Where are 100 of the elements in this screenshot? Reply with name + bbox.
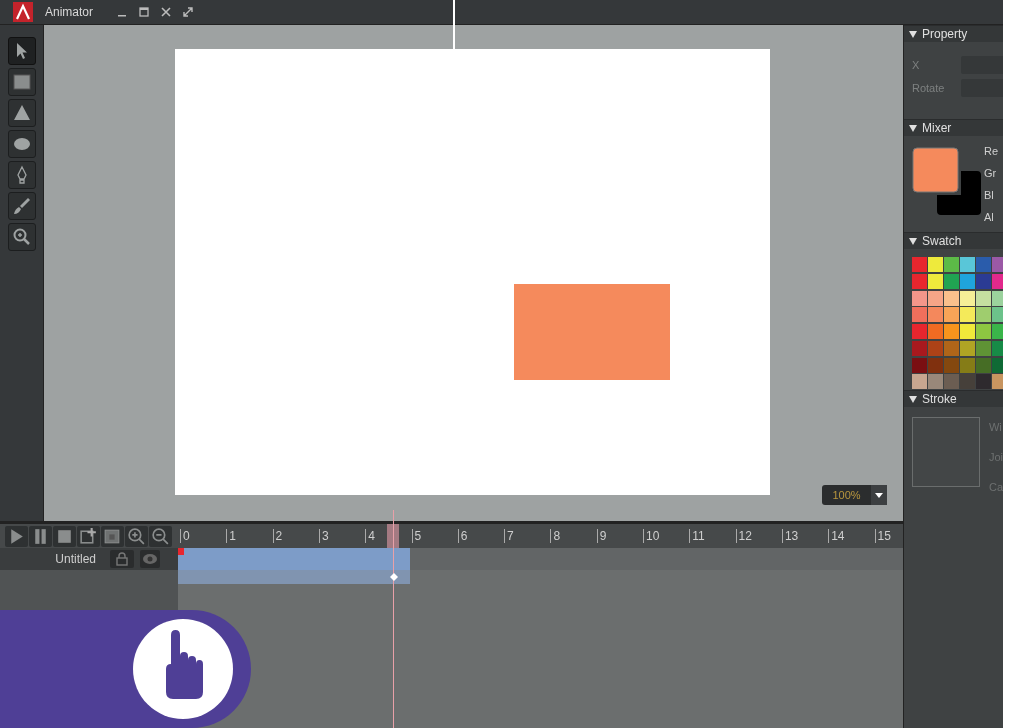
field-label: Gr bbox=[984, 166, 998, 181]
lock-icon[interactable] bbox=[110, 550, 134, 568]
collapse-arrow-icon[interactable] bbox=[909, 237, 917, 245]
frame-number: 0 bbox=[180, 529, 190, 543]
color-swatch[interactable] bbox=[960, 307, 975, 323]
layer-header[interactable]: Untitled bbox=[0, 548, 178, 570]
field-label: Bl bbox=[984, 188, 995, 203]
stroke-color-swatch[interactable] bbox=[937, 171, 981, 215]
pause-icon[interactable] bbox=[29, 525, 52, 547]
color-swatch[interactable] bbox=[992, 273, 1003, 289]
frame-number: 11 bbox=[689, 529, 705, 543]
color-swatch[interactable] bbox=[960, 374, 975, 390]
add-layer-icon[interactable] bbox=[77, 525, 100, 547]
field-label: Al bbox=[984, 210, 995, 225]
zoom-dropdown[interactable]: 100% bbox=[822, 485, 887, 505]
color-swatch[interactable] bbox=[992, 257, 1003, 272]
eye-icon[interactable] bbox=[140, 550, 160, 568]
frame-number: 1 bbox=[226, 529, 236, 543]
panel-title: Stroke bbox=[922, 391, 957, 408]
frame-number: 5 bbox=[411, 529, 422, 543]
frame-number: 9 bbox=[596, 529, 607, 543]
color-swatch[interactable] bbox=[992, 324, 1003, 339]
color-swatch[interactable] bbox=[992, 357, 1003, 373]
color-swatch[interactable] bbox=[912, 290, 927, 306]
color-swatch[interactable] bbox=[960, 290, 975, 306]
color-swatch[interactable] bbox=[944, 357, 959, 373]
color-swatch[interactable] bbox=[912, 307, 927, 323]
color-swatch[interactable] bbox=[960, 357, 975, 373]
panel-header[interactable]: Mixer bbox=[904, 119, 1003, 136]
color-swatch[interactable] bbox=[976, 374, 991, 390]
frame-number: 15 bbox=[874, 529, 891, 543]
color-swatch[interactable] bbox=[928, 307, 943, 323]
keyframe-icon[interactable] bbox=[390, 573, 398, 581]
frame-number: 3 bbox=[318, 529, 329, 543]
panel-title: Property bbox=[922, 26, 968, 43]
frame-number: 14 bbox=[828, 529, 845, 543]
panel-title: Swatch bbox=[922, 233, 962, 250]
color-swatch[interactable] bbox=[944, 374, 959, 390]
color-swatch[interactable] bbox=[992, 374, 1003, 390]
color-swatch[interactable] bbox=[944, 273, 959, 289]
collapse-arrow-icon[interactable] bbox=[909, 395, 917, 403]
zoom-in-icon[interactable] bbox=[125, 525, 148, 547]
color-swatch[interactable] bbox=[912, 357, 927, 373]
frame-number: 2 bbox=[272, 529, 283, 543]
play-icon[interactable] bbox=[5, 525, 28, 547]
color-swatch[interactable] bbox=[944, 340, 959, 356]
field-label: Rotate bbox=[911, 80, 946, 96]
color-swatch[interactable] bbox=[944, 290, 959, 306]
color-swatch[interactable] bbox=[976, 357, 991, 373]
panel-header[interactable]: Property bbox=[904, 25, 1003, 42]
frame-number: 13 bbox=[781, 529, 799, 543]
maximize-icon[interactable] bbox=[139, 7, 149, 17]
close-icon[interactable] bbox=[161, 7, 171, 17]
fullscreen-icon[interactable] bbox=[183, 7, 193, 17]
layer-name[interactable]: Untitled bbox=[0, 550, 110, 568]
layer-icon[interactable] bbox=[101, 525, 124, 547]
color-swatch[interactable] bbox=[960, 257, 975, 272]
color-swatch[interactable] bbox=[944, 324, 959, 339]
color-swatch[interactable] bbox=[960, 340, 975, 356]
color-swatch[interactable] bbox=[912, 374, 927, 390]
color-swatch[interactable] bbox=[912, 273, 927, 289]
color-swatch[interactable] bbox=[928, 357, 943, 373]
collapse-arrow-icon[interactable] bbox=[909, 124, 917, 132]
input-field[interactable] bbox=[961, 79, 1003, 97]
window-title: Animator bbox=[45, 4, 95, 21]
collapse-arrow-icon[interactable] bbox=[909, 30, 917, 38]
color-swatch[interactable] bbox=[928, 374, 943, 390]
color-swatch[interactable] bbox=[960, 273, 975, 289]
color-swatch[interactable] bbox=[976, 257, 991, 272]
zoom-out-icon[interactable] bbox=[149, 525, 172, 547]
fill-color-swatch[interactable] bbox=[912, 147, 959, 193]
color-swatch[interactable] bbox=[976, 307, 991, 323]
color-swatch[interactable] bbox=[992, 307, 1003, 323]
color-swatch[interactable] bbox=[928, 290, 943, 306]
color-swatch[interactable] bbox=[912, 257, 927, 272]
color-swatch[interactable] bbox=[976, 324, 991, 339]
first-frame-marker[interactable] bbox=[178, 548, 184, 555]
field-label: X bbox=[911, 57, 921, 73]
color-swatch[interactable] bbox=[944, 257, 959, 272]
color-swatch[interactable] bbox=[912, 340, 927, 356]
input-field[interactable] bbox=[961, 56, 1003, 74]
color-swatch[interactable] bbox=[992, 290, 1003, 306]
color-swatch[interactable] bbox=[976, 340, 991, 356]
color-swatch[interactable] bbox=[912, 324, 927, 339]
color-swatch[interactable] bbox=[976, 290, 991, 306]
color-swatch[interactable] bbox=[928, 340, 943, 356]
color-swatch[interactable] bbox=[960, 324, 975, 339]
frame-number: 12 bbox=[735, 529, 752, 543]
color-swatch[interactable] bbox=[992, 340, 1003, 356]
color-swatch[interactable] bbox=[976, 273, 991, 289]
color-swatch[interactable] bbox=[944, 307, 959, 323]
panel-header[interactable]: Swatch bbox=[904, 232, 1003, 249]
panel-header[interactable]: Stroke bbox=[904, 390, 1003, 407]
pointing-hand-icon bbox=[133, 619, 233, 719]
stroke-preview bbox=[912, 417, 980, 487]
color-swatch[interactable] bbox=[928, 273, 943, 289]
color-swatch[interactable] bbox=[928, 257, 943, 272]
frame-number: 7 bbox=[504, 529, 514, 543]
color-swatch[interactable] bbox=[928, 324, 943, 339]
stop-icon[interactable] bbox=[53, 525, 76, 547]
